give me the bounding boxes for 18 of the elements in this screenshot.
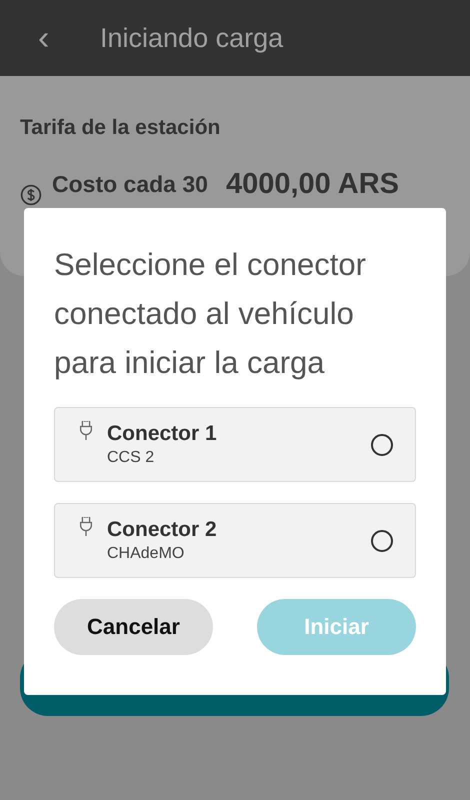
radio-button[interactable] [371, 434, 393, 456]
rate-value: 4000,00 ARS [226, 168, 399, 200]
section-heading: Tarifa de la estación [20, 116, 222, 140]
plug-icon [77, 517, 95, 537]
plug-icon [77, 421, 95, 441]
connector-type: CHAdeMO [107, 545, 186, 563]
connector-name: Conector 1 [107, 422, 218, 446]
dollar-coin-icon [20, 184, 42, 206]
dialog-title: Seleccione el conector conectado al vehículo para iniciar la carga [54, 246, 367, 382]
connector-option[interactable]: Conector 1 CCS 2 [54, 407, 416, 482]
connector-type: CCS 2 [107, 449, 156, 467]
radio-button[interactable] [371, 530, 393, 552]
cancel-button[interactable]: Cancelar [54, 599, 213, 655]
screen-title: Iniciando carga [100, 22, 284, 54]
rate-label: Costo cada 30 [52, 170, 208, 198]
connector-option[interactable]: Conector 2 CHAdeMO [54, 503, 416, 578]
back-button[interactable]: ‹ [38, 21, 68, 55]
connector-name: Conector 2 [107, 518, 218, 542]
